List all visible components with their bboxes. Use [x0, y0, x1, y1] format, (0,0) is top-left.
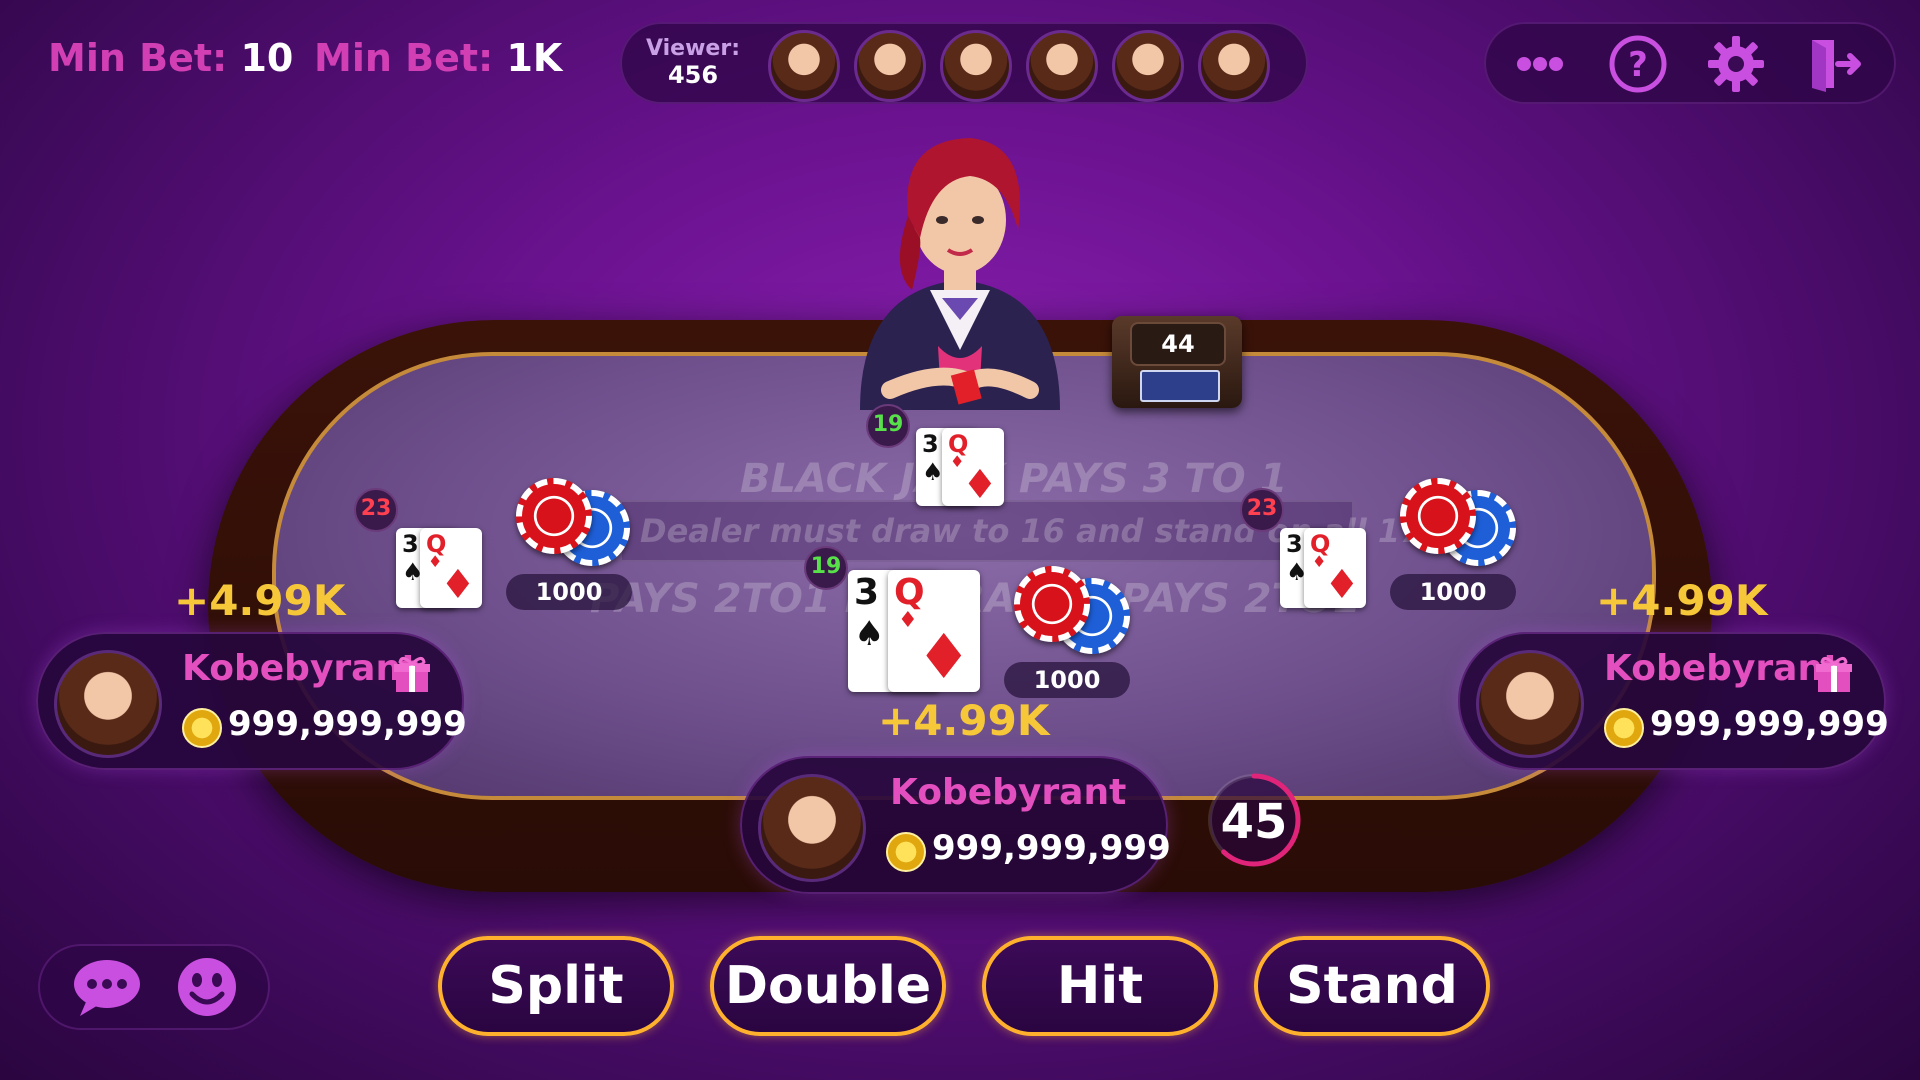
split-button[interactable]: Split — [438, 936, 674, 1036]
right-win-amount: +4.99K — [1596, 576, 1768, 625]
viewer-avatar[interactable] — [854, 30, 926, 102]
spade-icon: ♠ — [922, 458, 944, 486]
spade-icon: ♠ — [854, 614, 885, 654]
dealer-avatar — [860, 138, 1060, 410]
player-name: Kobebyrant — [182, 648, 419, 689]
viewer-avatar[interactable] — [1026, 30, 1098, 102]
felt-blackjack-text: BLACK JACK PAYS 3 TO 1 — [740, 456, 1288, 502]
viewer-label: Viewer: — [646, 36, 740, 61]
shoe-card-back — [1140, 370, 1220, 402]
left-seat-score: 23 — [354, 488, 398, 532]
card-rank: 3 — [1286, 530, 1303, 558]
right-card-2: Q ♦ ♦ — [1304, 528, 1366, 608]
stand-button[interactable]: Stand — [1254, 936, 1490, 1036]
viewer-count: Viewer: 456 — [646, 36, 740, 89]
exit-icon[interactable] — [1804, 34, 1864, 94]
more-icon[interactable] — [1510, 34, 1570, 94]
player-balance: 999,999,999 — [1650, 704, 1889, 744]
left-win-amount: +4.99K — [174, 576, 346, 625]
center-win-amount: +4.99K — [878, 696, 1050, 745]
player-name: Kobebyrant — [1604, 648, 1841, 689]
avatar[interactable] — [54, 650, 162, 758]
right-chip-red — [1400, 478, 1476, 554]
player-panel-right[interactable]: Kobebyrant 999,999,999 — [1458, 632, 1889, 770]
coin-icon — [1604, 708, 1644, 748]
diamond-icon: ♦ — [916, 620, 972, 693]
viewer-avatar[interactable] — [768, 30, 840, 102]
diamond-icon: ♦ — [898, 608, 918, 633]
dealer-score: 19 — [866, 404, 910, 448]
viewer-avatar[interactable] — [1112, 30, 1184, 102]
viewer-bar[interactable]: Viewer: 456 — [620, 22, 1308, 104]
gift-icon[interactable] — [1814, 654, 1854, 694]
min-bet-1-value: 10 — [240, 36, 294, 80]
system-bar: ? — [1484, 22, 1896, 104]
settings-icon[interactable] — [1706, 34, 1766, 94]
emoji-icon[interactable] — [176, 956, 238, 1018]
min-bet-2-value: 1K — [506, 36, 563, 80]
viewer-avatar[interactable] — [940, 30, 1012, 102]
right-bet-amount: 1000 — [1390, 574, 1516, 610]
viewer-number: 456 — [667, 61, 719, 89]
chat-icon[interactable] — [72, 958, 142, 1016]
player-panel-center[interactable]: Kobebyrant 999,999,999 — [740, 756, 1171, 894]
viewer-avatar[interactable] — [1198, 30, 1270, 102]
help-icon[interactable]: ? — [1608, 34, 1668, 94]
right-seat-score: 23 — [1240, 488, 1284, 532]
player-panel-left[interactable]: Kobebyrant 999,999,999 — [36, 632, 467, 770]
diamond-icon: ♦ — [962, 462, 998, 508]
player-name: Kobebyrant — [890, 772, 1127, 813]
card-rank: 3 — [854, 572, 880, 613]
svg-text:?: ? — [1628, 45, 1648, 85]
diamond-icon: ♦ — [1324, 562, 1360, 608]
gift-icon[interactable] — [392, 654, 432, 694]
avatar[interactable] — [1476, 650, 1584, 758]
player-balance: 999,999,999 — [228, 704, 467, 744]
card-rank: 3 — [402, 530, 419, 558]
chat-bar — [38, 944, 270, 1030]
center-seat-score: 19 — [804, 546, 848, 590]
hit-button[interactable]: Hit — [982, 936, 1218, 1036]
turn-timer-value: 45 — [1220, 794, 1288, 850]
player-balance: 999,999,999 — [932, 828, 1171, 868]
left-chip-red — [516, 478, 592, 554]
left-card-2: Q ♦ ♦ — [420, 528, 482, 608]
diamond-icon: ♦ — [440, 562, 476, 608]
center-chip-red — [1014, 566, 1090, 642]
center-card-2: Q ♦ ♦ — [888, 570, 980, 693]
dealer-card-2: Q ♦ ♦ — [942, 428, 1004, 508]
min-bet-1-label: Min Bet: — [48, 36, 228, 80]
center-bet-amount: 1000 — [1004, 662, 1130, 698]
shoe-count: 44 — [1130, 322, 1226, 366]
min-bet-2-label: Min Bet: — [314, 36, 494, 80]
coin-icon — [182, 708, 222, 748]
double-button[interactable]: Double — [710, 936, 946, 1036]
card-rank: 3 — [922, 430, 939, 458]
card-rank: Q — [894, 572, 925, 613]
coin-icon — [886, 832, 926, 872]
avatar[interactable] — [758, 774, 866, 882]
left-bet-amount: 1000 — [506, 574, 632, 610]
min-bet-2: Min Bet: 1K — [314, 36, 562, 80]
min-bet-1: Min Bet: 10 — [48, 36, 293, 80]
